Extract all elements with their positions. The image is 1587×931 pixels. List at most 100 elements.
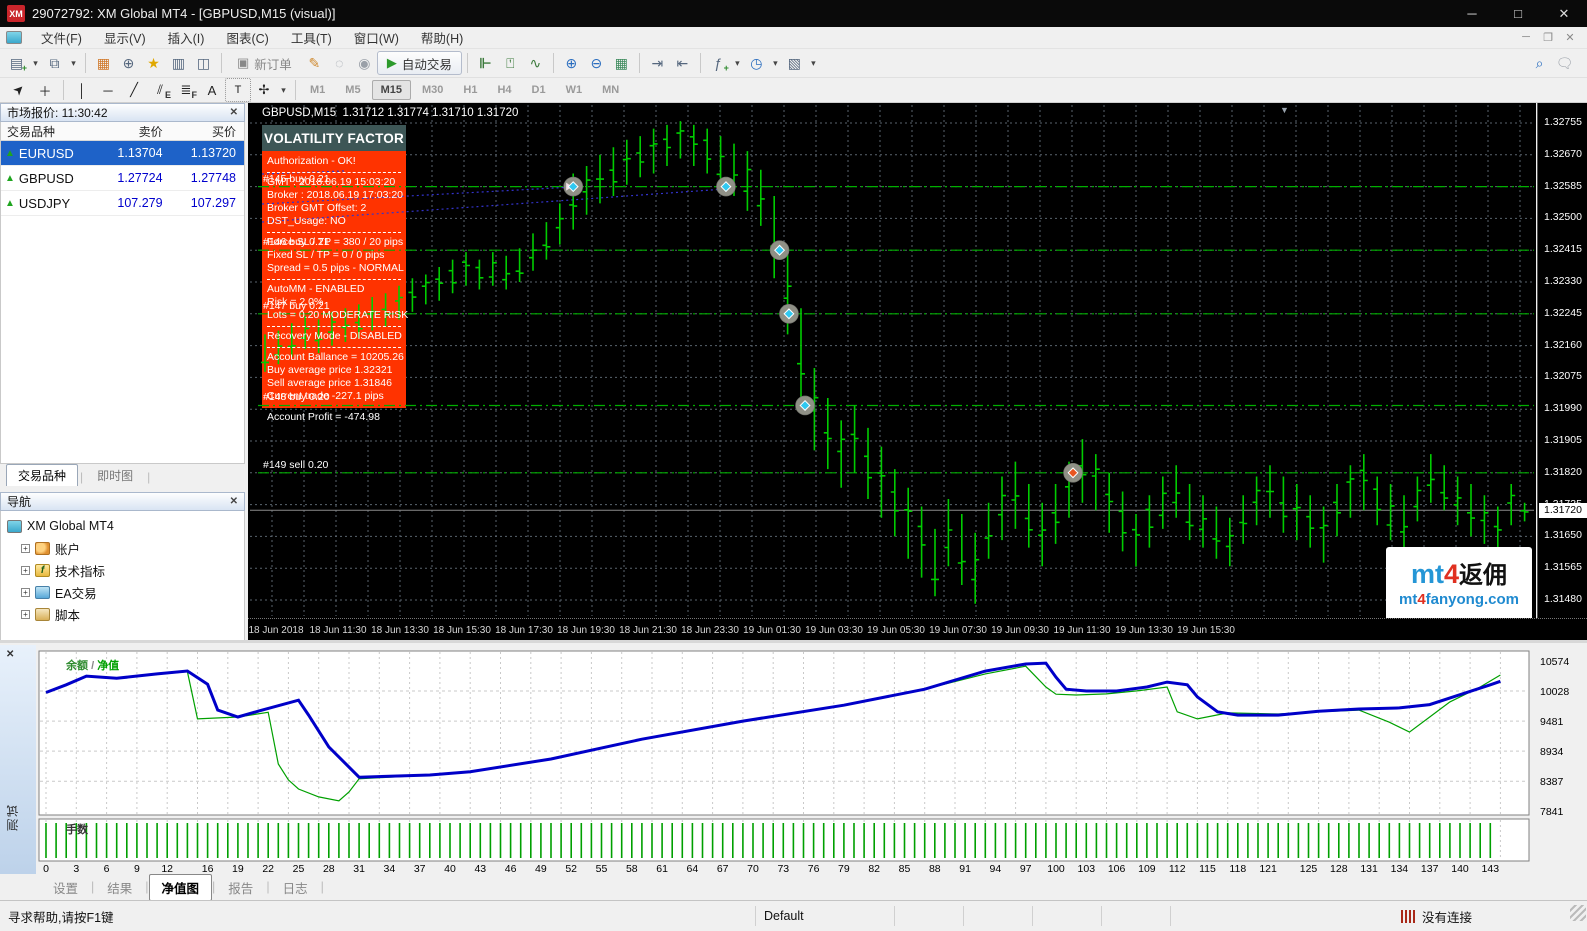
menu-item[interactable]: 插入(I) xyxy=(157,25,216,50)
menu-item[interactable]: 图表(C) xyxy=(215,25,279,50)
candlestick-chart-button[interactable]: ⍞ xyxy=(498,51,523,75)
new-chart-dropdown[interactable]: ▾ xyxy=(29,51,42,75)
navigator-toggle[interactable]: ◫ xyxy=(191,51,216,75)
timeframe-d1[interactable]: D1 xyxy=(523,80,555,100)
market-watch-tab[interactable]: 交易品种 xyxy=(6,464,78,486)
line-chart-button[interactable]: ∿ xyxy=(523,51,548,75)
time-axis-label: 18 Jun 2018 xyxy=(241,625,311,636)
horizontal-line-button[interactable]: ─ xyxy=(95,78,121,102)
navigator-item-accounts[interactable]: +账户 xyxy=(7,537,244,559)
chat-icon[interactable]: 🗨 xyxy=(1552,51,1577,75)
zoom-out-button[interactable]: ⊖ xyxy=(584,51,609,75)
news-button[interactable]: ◉ xyxy=(352,51,377,75)
expand-icon[interactable]: + xyxy=(21,544,30,553)
minimize-button[interactable]: ─ xyxy=(1449,0,1495,27)
mql-community-button[interactable]: ◌ xyxy=(327,51,352,75)
mdi-minimize-button[interactable]: ─ xyxy=(1515,31,1537,44)
navigator-item-expert-advisors[interactable]: +EA交易 xyxy=(7,581,244,603)
timeframe-m1[interactable]: M1 xyxy=(301,80,334,100)
text-label-button[interactable]: T xyxy=(225,78,251,102)
tile-windows-button[interactable]: ▦ xyxy=(609,51,634,75)
tester-tab[interactable]: 报告 xyxy=(215,874,266,901)
connection-status[interactable]: 没有连接 xyxy=(1401,907,1472,926)
svg-text:125: 125 xyxy=(1300,863,1318,873)
profiles-dropdown[interactable]: ▾ xyxy=(67,51,80,75)
market-watch-tab[interactable]: 即时图 xyxy=(85,464,145,486)
market-watch-table: ▲EURUSD1.137041.13720▲GBPUSD1.277241.277… xyxy=(0,141,245,348)
new-chart-button[interactable]: ▤+ xyxy=(4,51,29,75)
zoom-in-button[interactable]: ⊕ xyxy=(559,51,584,75)
autotrading-button[interactable]: ▶ 自动交易 xyxy=(377,51,462,75)
trendline-button[interactable]: ╱ xyxy=(121,78,147,102)
navigator-root[interactable]: XM Global MT4 xyxy=(7,515,244,537)
legend-equity: 净值 xyxy=(97,660,119,672)
channel-button[interactable]: ⫽E xyxy=(147,78,173,102)
price-chart[interactable]: VOLATILITY FACTORAuthorization - OK!GMT … xyxy=(248,103,1536,618)
menu-item[interactable]: 帮助(H) xyxy=(410,25,474,50)
close-button[interactable]: ✕ xyxy=(1541,0,1587,27)
menu-item[interactable]: 显示(V) xyxy=(93,25,157,50)
tester-close-icon[interactable]: ✕ xyxy=(6,649,14,660)
timeframe-mn[interactable]: MN xyxy=(593,80,628,100)
navigator-close-icon[interactable]: ✕ xyxy=(230,496,238,507)
expand-icon[interactable]: + xyxy=(21,588,30,597)
time-axis[interactable]: 18 Jun 201818 Jun 11:3018 Jun 13:3018 Ju… xyxy=(248,618,1587,640)
arrows-dropdown[interactable]: ▾ xyxy=(277,78,290,102)
trade-marker-buy-icon xyxy=(779,304,798,323)
price-axis[interactable]: 1.327551.326701.325851.325001.324151.323… xyxy=(1537,103,1587,618)
expand-icon[interactable]: + xyxy=(21,566,30,575)
periods-button[interactable]: ◷ xyxy=(744,51,769,75)
status-profile[interactable]: Default xyxy=(756,909,894,923)
periods-dropdown[interactable]: ▾ xyxy=(769,51,782,75)
market-watch-row[interactable]: ▲EURUSD1.137041.13720 xyxy=(1,141,244,166)
profiles-button[interactable]: ⧉ xyxy=(42,51,67,75)
tester-vertical-tab[interactable]: 测试 xyxy=(4,803,21,831)
timeframe-h1[interactable]: H1 xyxy=(454,80,486,100)
navigator-item-indicators[interactable]: +f技术指标 xyxy=(7,559,244,581)
tester-tab[interactable]: 净值图 xyxy=(149,874,213,901)
vertical-line-button[interactable]: │ xyxy=(69,78,95,102)
timeframe-m5[interactable]: M5 xyxy=(336,80,369,100)
market-watch-close-icon[interactable]: ✕ xyxy=(230,107,238,118)
market-watch-toggle[interactable]: ▦ xyxy=(91,51,116,75)
indicators-dropdown[interactable]: ▾ xyxy=(731,51,744,75)
tester-tab[interactable]: 设置 xyxy=(40,874,91,901)
chart-shift-button[interactable]: ⇤ xyxy=(670,51,695,75)
menu-item[interactable]: 工具(T) xyxy=(280,25,343,50)
auto-scroll-button[interactable]: ⇥ xyxy=(645,51,670,75)
tester-tab[interactable]: 结果 xyxy=(94,874,145,901)
menu-item[interactable]: 窗口(W) xyxy=(343,25,410,50)
mdi-close-button[interactable]: ✕ xyxy=(1559,31,1581,44)
timeframe-m30[interactable]: M30 xyxy=(413,80,452,100)
crosshair-cursor-button[interactable]: ⊕ xyxy=(116,51,141,75)
mt4-window: { "window": {"title": "29072792: XM Glob… xyxy=(0,0,1587,931)
templates-button[interactable]: ▧ xyxy=(782,51,807,75)
styler-icon-button[interactable]: ✎ xyxy=(302,51,327,75)
data-window-button[interactable]: ▥ xyxy=(166,51,191,75)
timeframe-m15[interactable]: M15 xyxy=(372,80,411,100)
arrows-button[interactable]: ✢ xyxy=(251,78,277,102)
navigator-item-scripts[interactable]: +脚本 xyxy=(7,603,244,625)
indicators-button[interactable]: ƒ+ xyxy=(706,51,731,75)
maximize-button[interactable]: □ xyxy=(1495,0,1541,27)
tester-tab[interactable]: 日志 xyxy=(270,874,321,901)
mdi-restore-button[interactable]: ❐ xyxy=(1537,31,1559,44)
expand-icon[interactable]: + xyxy=(21,610,30,619)
price-axis-label: 1.31480 xyxy=(1544,593,1582,605)
new-order-button[interactable]: ▣ 新订单 xyxy=(227,51,302,75)
timeframe-h4[interactable]: H4 xyxy=(488,80,520,100)
market-watch-row[interactable]: ▲USDJPY107.279107.297 xyxy=(1,191,244,216)
market-watch-row[interactable]: ▲GBPUSD1.277241.27748 xyxy=(1,166,244,191)
fibonacci-button[interactable]: ≣F xyxy=(173,78,199,102)
resize-grip[interactable] xyxy=(1570,905,1586,921)
bar-chart-button[interactable]: ⊩ xyxy=(473,51,498,75)
search-icon[interactable]: ⌕ xyxy=(1527,51,1552,75)
ea-status-line: Recovery Mode - DISABLED xyxy=(267,330,401,343)
crosshair-button[interactable]: ＋ xyxy=(32,78,58,102)
text-button[interactable]: A xyxy=(199,78,225,102)
favorites-button[interactable]: ★ xyxy=(141,51,166,75)
templates-dropdown[interactable]: ▾ xyxy=(807,51,820,75)
menu-item[interactable]: 文件(F) xyxy=(30,25,93,50)
ea-separator xyxy=(267,232,401,233)
timeframe-w1[interactable]: W1 xyxy=(557,80,592,100)
